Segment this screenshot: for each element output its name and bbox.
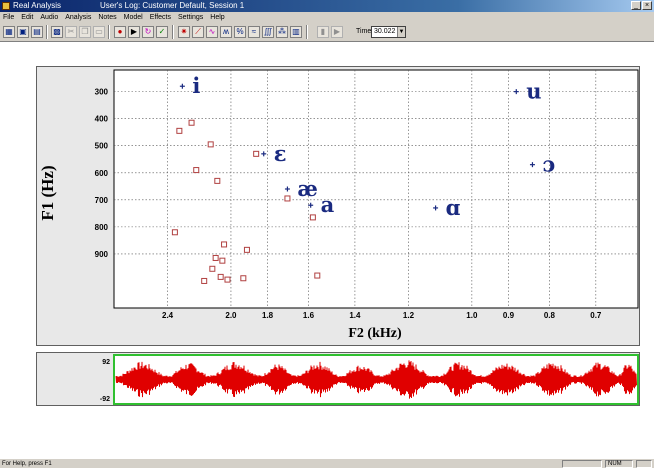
waveform-view[interactable]: 92 -92 xyxy=(37,353,641,407)
measured-formant-point[interactable] xyxy=(243,246,250,253)
record-icon[interactable]: ● xyxy=(114,26,126,38)
menu-bar: File Edit Audio Analysis Notes Model Eff… xyxy=(0,12,654,23)
measured-formant-point[interactable] xyxy=(240,275,247,282)
check-icon[interactable]: ✓ xyxy=(156,26,168,38)
new-file-icon[interactable]: ▦ xyxy=(3,26,15,38)
paste-icon[interactable]: ▭ xyxy=(93,26,105,38)
measured-formant-point[interactable] xyxy=(309,214,316,221)
measured-formant-point[interactable] xyxy=(284,195,291,202)
x-tick-label: 2.4 xyxy=(162,311,174,320)
waveform-min-label: -92 xyxy=(100,396,110,403)
measured-formant-point[interactable] xyxy=(176,127,183,134)
menu-effects[interactable]: Effects xyxy=(150,12,171,23)
measured-formant-point[interactable] xyxy=(171,229,178,236)
print-icon[interactable]: ▤ xyxy=(31,26,43,38)
x-tick-label: 1.2 xyxy=(403,311,415,320)
x-tick-label: 1.0 xyxy=(466,311,478,320)
spectrogram-icon[interactable]: ∭ xyxy=(262,26,274,38)
y-axis-label: F1 (Hz) xyxy=(38,165,57,220)
measured-formant-point[interactable] xyxy=(217,273,224,280)
menu-edit[interactable]: Edit xyxy=(21,12,33,23)
title-bar: Real Analysis User's Log: Customer Defau… xyxy=(0,0,654,12)
measured-formant-point[interactable] xyxy=(314,272,321,279)
y-tick-label: 500 xyxy=(95,142,109,151)
session-title: User's Log: Customer Default, Session 1 xyxy=(100,1,245,10)
time-select[interactable]: 30.022 ▼ xyxy=(371,26,406,38)
menu-notes[interactable]: Notes xyxy=(98,12,116,23)
menu-analysis[interactable]: Analysis xyxy=(65,12,91,23)
menu-file[interactable]: File xyxy=(3,12,14,23)
close-button[interactable]: × xyxy=(642,1,652,10)
measured-formant-point[interactable] xyxy=(219,257,226,264)
menu-help[interactable]: Help xyxy=(210,12,224,23)
measured-formant-point[interactable] xyxy=(188,119,195,126)
chevron-down-icon[interactable]: ▼ xyxy=(397,27,405,37)
plot-area xyxy=(113,69,639,309)
lpc-icon[interactable]: % xyxy=(234,26,246,38)
play-icon[interactable]: ▶ xyxy=(128,26,140,38)
energy-icon[interactable]: ∿ xyxy=(206,26,218,38)
x-axis-label: F2 (kHz) xyxy=(348,326,402,341)
x-tick-label: 0.7 xyxy=(590,311,602,320)
y-tick-label: 800 xyxy=(95,223,109,232)
vowel-symbol-label[interactable]: ɔ xyxy=(542,152,555,177)
vowel-symbol-label[interactable]: ɑ xyxy=(446,195,461,220)
measured-formant-point[interactable] xyxy=(224,276,231,283)
menu-audio[interactable]: Audio xyxy=(40,12,58,23)
measured-formant-point[interactable] xyxy=(193,167,200,174)
time-value: 30.022 xyxy=(374,28,396,35)
num-lock-indicator: NUM xyxy=(605,460,633,468)
step-back-icon[interactable]: ▮ xyxy=(317,26,329,38)
x-tick-label: 1.4 xyxy=(349,311,361,320)
y-tick-label: 700 xyxy=(95,196,109,205)
menu-model[interactable]: Model xyxy=(124,12,143,23)
measured-formant-point[interactable] xyxy=(212,254,219,261)
step-forward-icon[interactable]: ▶ xyxy=(331,26,343,38)
grid-icon[interactable]: ▥ xyxy=(290,26,302,38)
save-icon[interactable]: ▣ xyxy=(17,26,29,38)
y-tick-label: 900 xyxy=(95,250,109,259)
app-icon[interactable] xyxy=(2,2,10,10)
vowel-symbol-label[interactable]: i xyxy=(192,73,200,98)
menu-settings[interactable]: Settings xyxy=(178,12,203,23)
x-tick-label: 1.6 xyxy=(303,311,315,320)
y-tick-label: 400 xyxy=(95,115,109,124)
wave-icon[interactable]: ≈ xyxy=(248,26,260,38)
measured-formant-point[interactable] xyxy=(214,177,221,184)
vowel-symbol-label[interactable]: ɛ xyxy=(274,141,287,166)
minimize-button[interactable]: _ xyxy=(631,1,641,10)
vowel-symbol-label[interactable]: æ xyxy=(297,176,317,201)
vowel-chart[interactable]: 2.4 2.0 1.8 1.6 1.4 1.2 1.0 0.9 0.8 0.7 300 400 500 6… xyxy=(37,67,641,347)
record-settings-icon[interactable]: ▩ xyxy=(51,26,63,38)
waveform-max-label: 92 xyxy=(102,359,110,366)
y-tick-label: 300 xyxy=(95,88,109,97)
waveform-panel: 92 -92 xyxy=(36,352,640,406)
time-label: Time xyxy=(356,28,372,35)
copy-icon[interactable]: ❐ xyxy=(79,26,91,38)
loop-icon[interactable]: ↻ xyxy=(142,26,154,38)
x-tick-label: 0.9 xyxy=(503,311,515,320)
window-title: Real Analysis xyxy=(13,1,62,10)
x-tick-label: 1.8 xyxy=(262,311,274,320)
vowel-symbol-label[interactable]: a xyxy=(321,192,335,217)
vowel-symbol-label[interactable]: u xyxy=(526,79,541,104)
y-tick-label: 600 xyxy=(95,169,109,178)
pitch-icon[interactable]: ⟋ xyxy=(192,26,204,38)
cut-icon[interactable]: ✂ xyxy=(65,26,77,38)
x-tick-label: 0.8 xyxy=(544,311,556,320)
status-help-text: For Help, press F1 xyxy=(2,461,52,467)
x-tick-label: 2.0 xyxy=(225,311,237,320)
toolbar: ▦ ▣ ▤ ▩ ✂ ❐ ▭ ● ▶ ↻ ✓ ✷ ⟋ ∿ ʍ % ≈ ∭ ⁂ ▥ … xyxy=(0,23,654,42)
measured-formant-point[interactable] xyxy=(201,277,208,284)
spectrum-icon[interactable]: ✷ xyxy=(178,26,190,38)
measured-formant-point[interactable] xyxy=(207,141,214,148)
status-bar: For Help, press F1 NUM xyxy=(0,458,654,468)
measured-formant-point[interactable] xyxy=(209,265,216,272)
measured-formant-point[interactable] xyxy=(221,241,228,248)
vowel-chart-panel: 2.4 2.0 1.8 1.6 1.4 1.2 1.0 0.9 0.8 0.7 300 400 500 6… xyxy=(36,66,640,346)
vowel-chart-icon[interactable]: ⁂ xyxy=(276,26,288,38)
measured-formant-point[interactable] xyxy=(253,150,260,157)
formant-icon[interactable]: ʍ xyxy=(220,26,232,38)
